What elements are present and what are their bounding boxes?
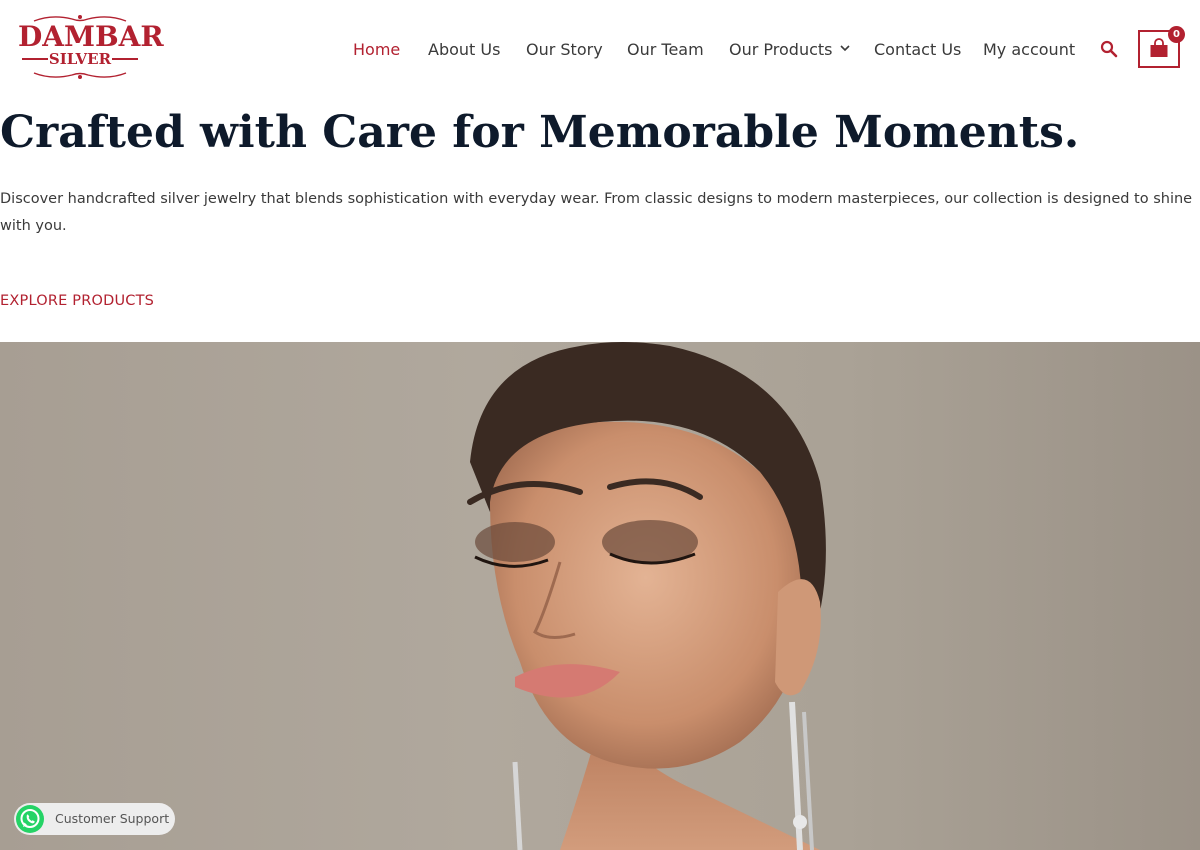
whatsapp-icon <box>16 805 44 833</box>
nav-item-our-products[interactable]: Our Products <box>729 38 851 62</box>
nav-item-my-account[interactable]: My account <box>983 38 1075 62</box>
hero-description: Discover handcrafted silver jewelry that… <box>0 191 1193 234</box>
site-header: DAMBAR SILVER Home About Us Our Story Ou… <box>0 0 1200 100</box>
cart-count-badge: 0 <box>1168 26 1185 43</box>
nav-item-contact-us[interactable]: Contact Us <box>874 38 961 62</box>
nav-item-about-us[interactable]: About Us <box>428 38 500 62</box>
cart-button[interactable]: 0 <box>1138 26 1185 68</box>
hero-title: Crafted with Care for Memorable Moments. <box>0 107 1080 158</box>
nav-item-our-story[interactable]: Our Story <box>526 38 603 62</box>
customer-support-button[interactable]: Customer Support <box>14 803 175 835</box>
brand-logo[interactable]: DAMBAR SILVER <box>18 14 164 80</box>
model-portrait-illustration <box>467 342 826 850</box>
customer-support-label: Customer Support <box>55 811 170 826</box>
logo-flourish-bottom <box>33 72 127 79</box>
search-icon[interactable] <box>1100 40 1118 58</box>
nav-item-our-products-label: Our Products <box>729 40 833 59</box>
explore-products-link[interactable]: EXPLORE PRODUCTS <box>0 293 154 309</box>
hero-model-image <box>0 342 1200 850</box>
shopping-bag-icon <box>1150 38 1168 57</box>
logo-rule-right <box>112 58 138 60</box>
nav-item-our-team[interactable]: Our Team <box>627 38 704 62</box>
logo-wordmark: DAMBAR <box>18 20 164 53</box>
nav-item-home[interactable]: Home <box>353 38 400 62</box>
chevron-down-icon <box>840 45 851 52</box>
